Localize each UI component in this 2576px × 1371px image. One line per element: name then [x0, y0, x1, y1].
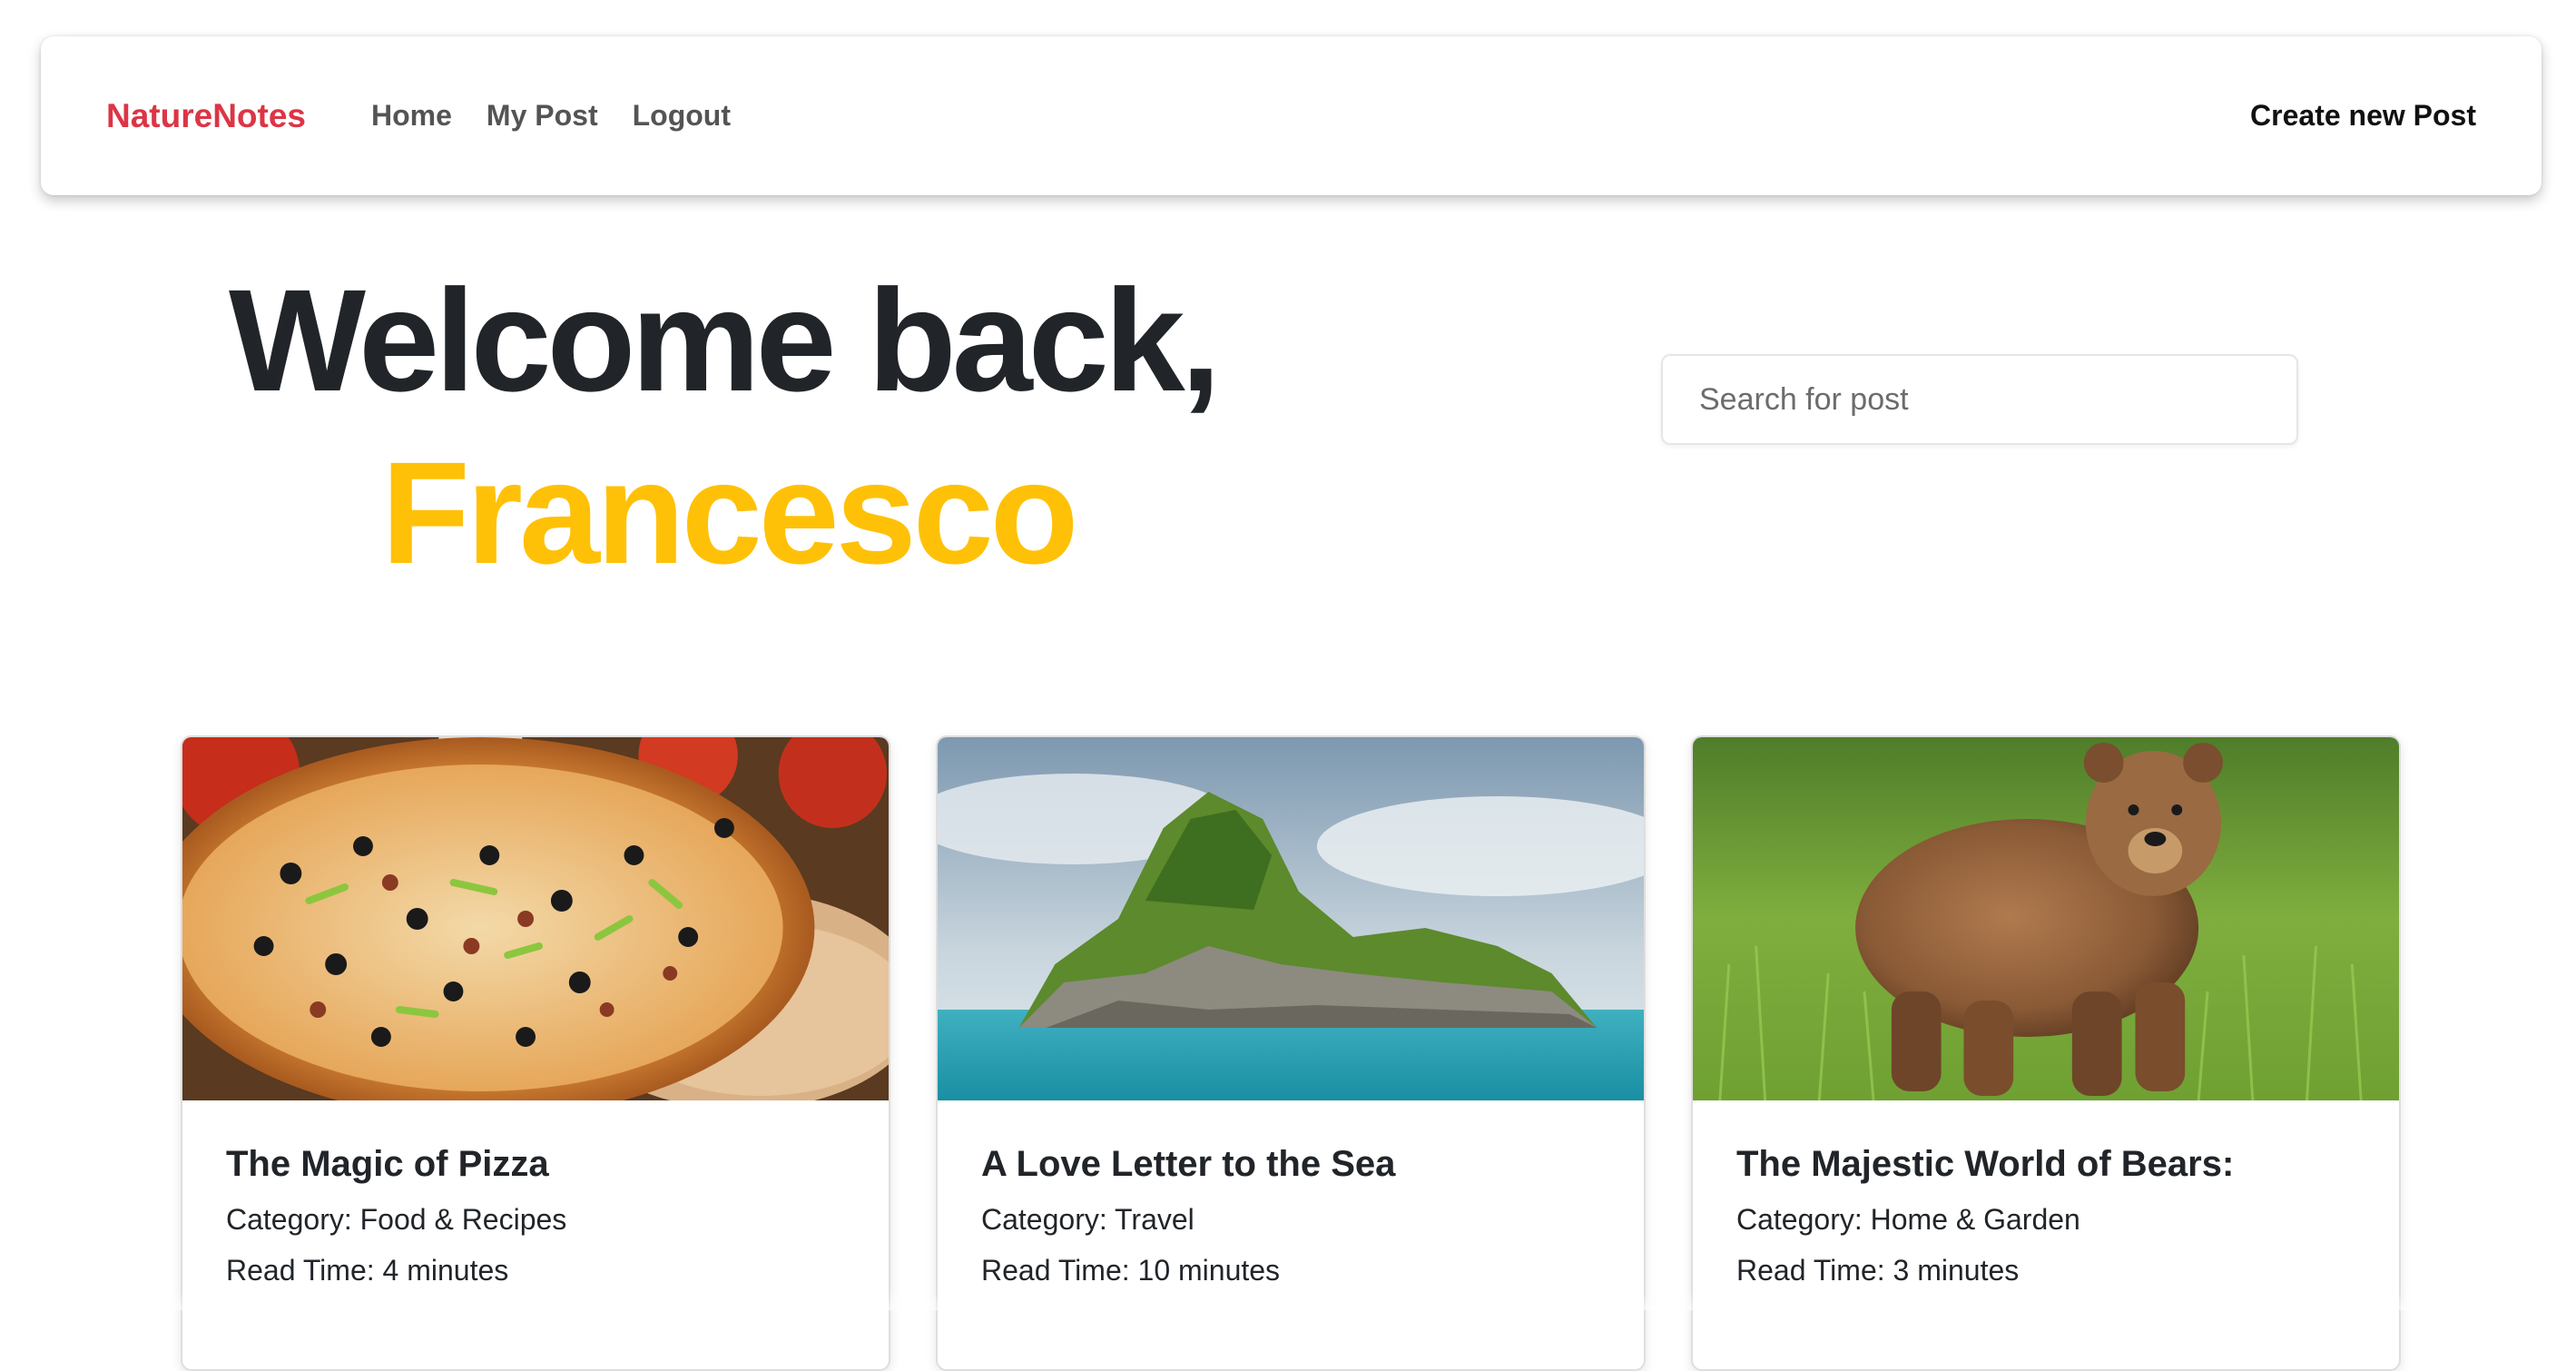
card-category: Category: Travel — [981, 1203, 1195, 1236]
card-read-time: Read Time: 3 minutes — [1736, 1254, 2020, 1287]
card-category: Category: Food & Recipes — [226, 1203, 567, 1236]
navbar: NatureNotes Home My Post Logout Create n… — [41, 36, 2542, 195]
welcome-heading: Welcome back, — [229, 259, 1221, 421]
brand-logo[interactable]: NatureNotes — [106, 36, 306, 195]
card-title[interactable]: The Magic of Pizza — [226, 1100, 845, 1187]
post-card[interactable]: The Magic of Pizza Category: Food & Reci… — [181, 735, 890, 1371]
post-card[interactable]: The Majestic World of Bears: Category: H… — [1691, 735, 2401, 1371]
username-heading: Francesco — [381, 431, 1078, 594]
pizza-photo — [182, 737, 889, 1100]
card-read-time: Read Time: 4 minutes — [226, 1254, 509, 1287]
nav-links: Home My Post Logout — [368, 36, 734, 195]
card-body: A Love Letter to the Sea Category: Trave… — [938, 1100, 1644, 1288]
nav-link-home[interactable]: Home — [368, 92, 456, 140]
card-title[interactable]: A Love Letter to the Sea — [981, 1100, 1600, 1187]
create-new-post-link[interactable]: Create new Post — [2250, 36, 2476, 195]
island-photo — [938, 737, 1644, 1100]
search-input[interactable] — [1661, 354, 2298, 445]
nav-link-my-post[interactable]: My Post — [483, 92, 602, 140]
bear-photo — [1693, 737, 2399, 1100]
post-card[interactable]: A Love Letter to the Sea Category: Trave… — [936, 735, 1646, 1371]
nav-link-logout[interactable]: Logout — [629, 92, 734, 140]
card-read-time: Read Time: 10 minutes — [981, 1254, 1281, 1287]
card-category: Category: Home & Garden — [1736, 1203, 2080, 1236]
card-body: The Magic of Pizza Category: Food & Reci… — [182, 1100, 889, 1288]
card-title[interactable]: The Majestic World of Bears: — [1736, 1100, 2355, 1187]
card-body: The Majestic World of Bears: Category: H… — [1693, 1100, 2399, 1288]
